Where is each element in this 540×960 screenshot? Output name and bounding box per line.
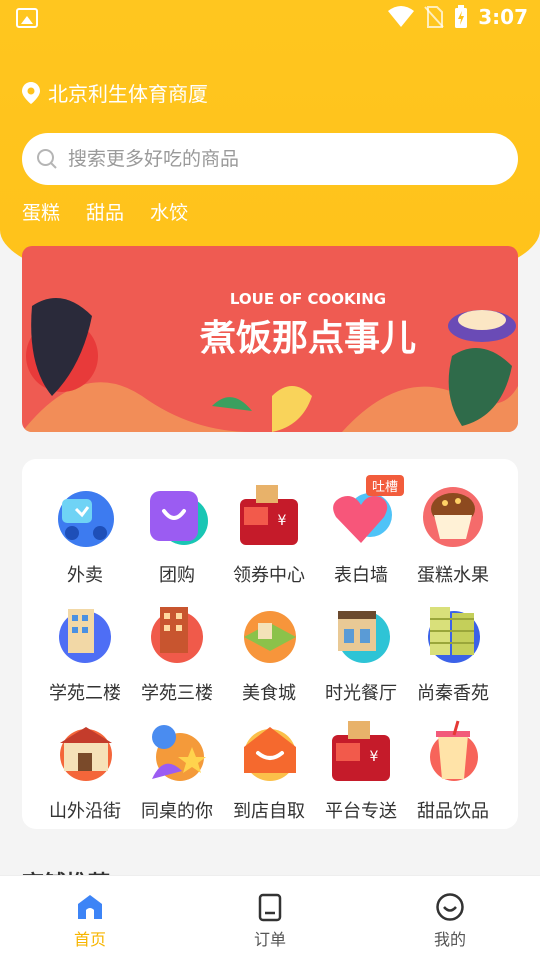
food-court-icon [234, 599, 304, 669]
category-label: 同桌的你 [141, 801, 213, 822]
promo-banner[interactable]: LOUE OF COOKING 煮饭那点事儿 [22, 246, 518, 432]
location-selector[interactable]: 北京利生体育商厦 [22, 78, 208, 107]
category-label: 平台专送 [325, 801, 397, 822]
category-item[interactable]: 尚秦香苑 [407, 599, 499, 705]
category-label: 学苑二楼 [49, 683, 121, 704]
tab-orders[interactable]: 订单 [180, 876, 360, 960]
tab-label: 首页 [73, 930, 106, 949]
category-label: 时光餐厅 [325, 683, 397, 704]
category-label: 尚秦香苑 [417, 683, 489, 704]
heart-icon: 吐槽 [326, 475, 404, 551]
status-bar: 3:07 [0, 0, 540, 36]
scooter-icon [50, 481, 120, 551]
battery-charging-icon [455, 5, 468, 28]
building-icon [50, 599, 120, 669]
no-sim-icon [424, 6, 444, 28]
home-icon [78, 895, 102, 919]
shopping-bag-icon [142, 481, 212, 551]
category-item[interactable]: 美食城 [223, 599, 315, 705]
category-item[interactable]: 学苑三楼 [131, 599, 223, 705]
hot-tags: 蛋糕 甜品 水饺 [22, 198, 188, 225]
drink-cup-icon [418, 717, 488, 787]
cake-icon [418, 481, 488, 551]
tab-label: 我的 [433, 930, 466, 949]
category-badge: 吐槽 [365, 475, 404, 496]
category-item[interactable]: 甜品饮品 [407, 717, 499, 823]
search-input[interactable] [68, 148, 468, 170]
svg-text:¥: ¥ [278, 513, 287, 529]
category-label: 学苑三楼 [141, 683, 213, 704]
category-label: 美食城 [242, 683, 296, 704]
bottom-tab-bar: 首页 订单 我的 [0, 875, 540, 960]
gallery-icon [16, 8, 38, 28]
clock: 3:07 [478, 5, 528, 29]
location-pin-icon [22, 81, 40, 104]
category-item[interactable]: 山外沿街 [39, 717, 131, 823]
building-icon [142, 599, 212, 669]
category-item[interactable]: 到店自取 [223, 717, 315, 823]
category-item[interactable]: 团购 [131, 481, 223, 587]
category-grid: 外卖 团购 ¥ 领券中心 吐槽 表白墙 蛋糕水果 学苑二楼 学苑三楼 美食城 时… [22, 459, 518, 829]
category-item[interactable]: 蛋糕水果 [407, 481, 499, 587]
category-label: 外卖 [67, 565, 103, 586]
restaurant-icon [326, 599, 396, 669]
profile-icon [436, 893, 464, 921]
friends-icon [142, 717, 212, 787]
location-text: 北京利生体育商厦 [48, 82, 208, 106]
banner-english: LOUE OF COOKING [230, 290, 386, 308]
delivery-box-icon: ¥ [326, 717, 396, 787]
banner-illustration: LOUE OF COOKING 煮饭那点事儿 [22, 246, 518, 432]
banner-title: 煮饭那点事儿 [199, 318, 416, 359]
hot-tag[interactable]: 水饺 [150, 198, 188, 225]
wifi-icon [388, 6, 415, 27]
pickup-icon [234, 717, 304, 787]
storefront-icon [50, 717, 120, 787]
tab-home[interactable]: 首页 [0, 876, 180, 960]
category-item[interactable]: 吐槽 表白墙 [315, 475, 407, 587]
order-icon [258, 893, 282, 922]
apartment-icon [418, 599, 488, 669]
category-label: 蛋糕水果 [417, 565, 489, 586]
category-label: 表白墙 [334, 565, 388, 586]
category-label: 山外沿街 [49, 801, 121, 822]
hot-tag[interactable]: 蛋糕 [22, 198, 60, 225]
category-label: 到店自取 [233, 801, 305, 822]
category-label: 领券中心 [233, 565, 305, 586]
search-bar[interactable] [22, 133, 518, 185]
category-item[interactable]: 时光餐厅 [315, 599, 407, 705]
category-item[interactable]: 外卖 [39, 481, 131, 587]
category-item[interactable]: 学苑二楼 [39, 599, 131, 705]
coupon-box-icon: ¥ [234, 481, 304, 551]
svg-text:¥: ¥ [370, 749, 379, 765]
hot-tag[interactable]: 甜品 [86, 198, 124, 225]
search-icon [37, 149, 57, 169]
category-item[interactable]: ¥ 平台专送 [315, 717, 407, 823]
status-icons: 3:07 [388, 5, 528, 29]
category-item[interactable]: 同桌的你 [131, 717, 223, 823]
category-label: 团购 [159, 565, 195, 586]
tab-profile[interactable]: 我的 [360, 876, 540, 960]
tab-label: 订单 [253, 930, 286, 949]
category-item[interactable]: ¥ 领券中心 [223, 481, 315, 587]
category-label: 甜品饮品 [417, 801, 489, 822]
